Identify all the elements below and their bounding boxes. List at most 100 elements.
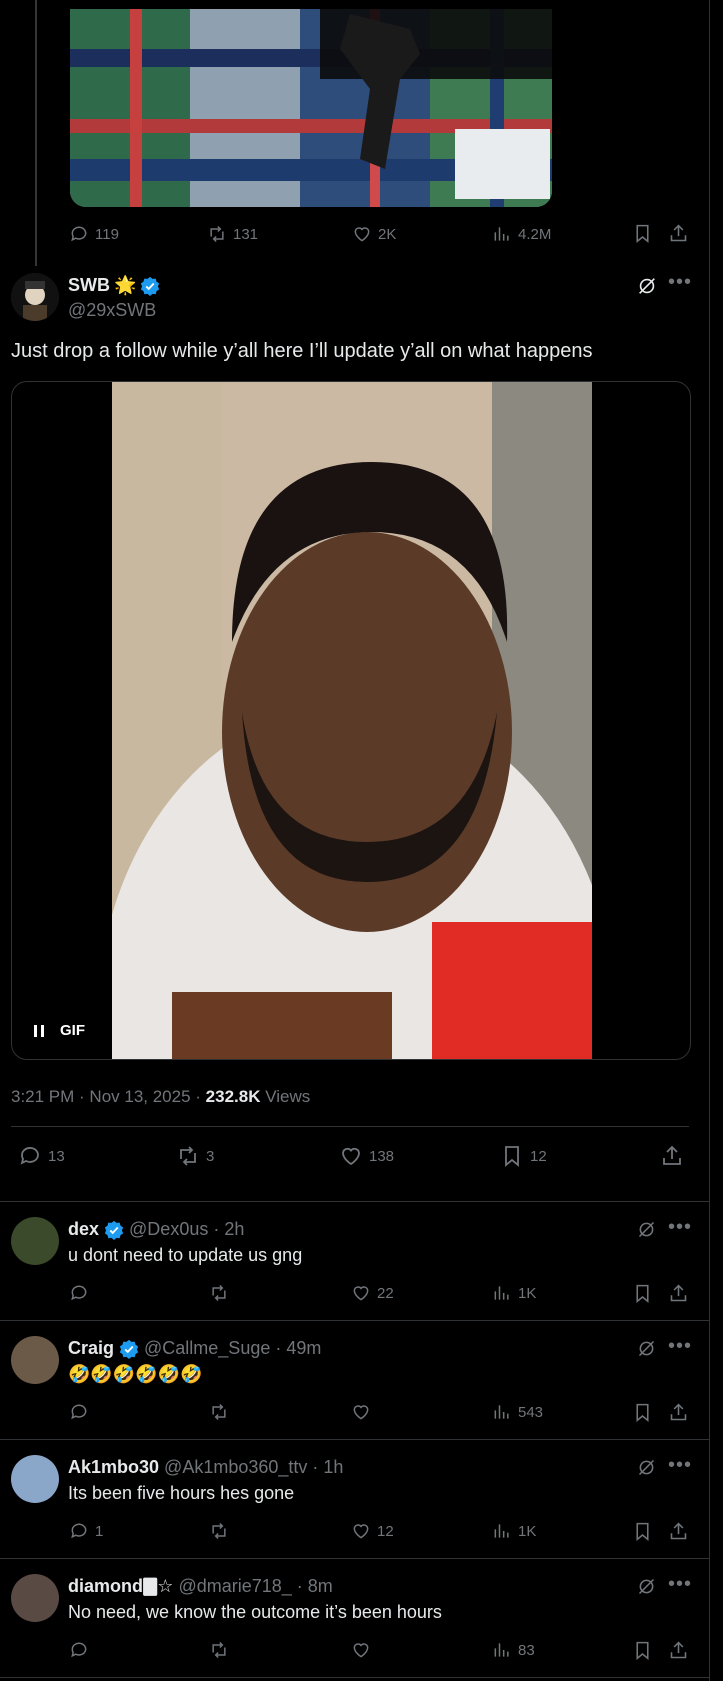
reply-action[interactable] [69, 1402, 95, 1422]
reply-time[interactable]: · 8m [297, 1576, 333, 1597]
heart-icon [353, 1405, 369, 1420]
reply-time[interactable]: · 1h [312, 1457, 343, 1478]
views-action[interactable]: 543 [492, 1402, 543, 1422]
divider [0, 1677, 709, 1678]
bookmark-icon [636, 1284, 649, 1304]
gif-label: GIF [60, 1022, 85, 1039]
heart-icon [342, 1147, 360, 1166]
views-count: 1K [518, 1284, 537, 1302]
reply-icon [71, 1285, 87, 1301]
author-name[interactable]: dex [68, 1219, 99, 1240]
bookmark-button[interactable] [632, 1640, 653, 1661]
author-handle[interactable]: @Ak1mbo360_ttv [164, 1457, 307, 1478]
reply-action[interactable]: 13 [18, 1144, 65, 1168]
reply-action[interactable]: 119 [69, 224, 119, 244]
author-name[interactable]: Ak1mbo30 [68, 1457, 159, 1478]
reply-time[interactable]: · 2h [213, 1219, 244, 1240]
like-action[interactable]: 22 [351, 1283, 394, 1303]
avatar[interactable] [11, 1574, 59, 1622]
reply-icon [20, 1147, 39, 1165]
repost-action[interactable] [209, 1521, 235, 1541]
views-action[interactable]: 83 [492, 1640, 535, 1660]
author-name-row[interactable]: SWB 🌟 [68, 275, 160, 296]
views-count: 543 [518, 1403, 544, 1421]
reply-count: 119 [95, 225, 119, 243]
author-name[interactable]: Craig [68, 1338, 114, 1359]
grok-icon [638, 1340, 655, 1357]
author-handle[interactable]: @29xSWB [68, 300, 156, 321]
divider [0, 1439, 709, 1440]
views-count: 83 [518, 1641, 535, 1659]
views-action[interactable]: 1K [492, 1283, 536, 1303]
bookmark-button[interactable] [632, 1283, 653, 1304]
author-handle[interactable]: @Dex0us [129, 1219, 208, 1240]
share-button[interactable] [668, 1640, 689, 1661]
heart-icon [353, 1286, 369, 1301]
share-icon [670, 224, 687, 242]
reply-action[interactable] [69, 1283, 95, 1303]
bookmark-button[interactable] [632, 1521, 653, 1542]
repost-action[interactable]: 131 [207, 224, 258, 244]
thread-connector-line [35, 0, 37, 266]
gif-media[interactable]: GIF [11, 381, 691, 1060]
like-action[interactable]: 12 [351, 1521, 394, 1541]
repost-action[interactable]: 3 [176, 1144, 214, 1168]
repost-icon [212, 1284, 226, 1302]
repost-count: 3 [206, 1147, 215, 1165]
share-button[interactable] [668, 1283, 689, 1304]
avatar[interactable] [11, 273, 59, 321]
views-action[interactable]: 1K [492, 1521, 536, 1541]
more-options-button[interactable]: ••• [668, 1573, 692, 1596]
gif-controls[interactable]: GIF [32, 1022, 85, 1039]
bookmark-button[interactable] [632, 223, 653, 244]
more-options-button[interactable]: ••• [668, 1454, 692, 1477]
bookmark-action[interactable]: 12 [500, 1144, 547, 1168]
avatar[interactable] [11, 1217, 59, 1265]
grok-button[interactable] [636, 1219, 657, 1245]
reply-icon [71, 1404, 87, 1420]
reply-count: 1 [95, 1522, 104, 1540]
grok-button[interactable] [636, 275, 658, 302]
like-action[interactable] [351, 1640, 377, 1660]
heart-icon [353, 1524, 369, 1539]
repost-action[interactable] [209, 1640, 235, 1660]
author-name: SWB [68, 275, 110, 295]
like-action[interactable]: 138 [339, 1144, 394, 1168]
avatar[interactable] [11, 1336, 59, 1384]
repost-action[interactable] [209, 1283, 235, 1303]
analytics-icon [494, 227, 509, 241]
bookmark-button[interactable] [632, 1402, 653, 1423]
views-action[interactable]: 4.2M [492, 224, 551, 244]
more-options-button[interactable]: ••• [668, 271, 692, 294]
tweet-timestamp[interactable]: 3:21 PM · Nov 13, 2025 · [11, 1087, 206, 1106]
like-action[interactable]: 2K [352, 224, 396, 244]
avatar[interactable] [11, 1455, 59, 1503]
like-action[interactable] [351, 1402, 377, 1422]
author-handle[interactable]: @dmarie718_ [178, 1576, 291, 1597]
grok-button[interactable] [636, 1576, 657, 1602]
reply-time[interactable]: · 49m [275, 1338, 321, 1359]
more-options-button[interactable]: ••• [668, 1216, 692, 1239]
more-options-button[interactable]: ••• [668, 1335, 692, 1358]
grok-button[interactable] [636, 1457, 657, 1483]
reply-header: Ak1mbo30 @Ak1mbo360_ttv · 1h [68, 1457, 343, 1478]
grok-button[interactable] [636, 1338, 657, 1364]
reply-action[interactable]: 1 [69, 1521, 103, 1541]
share-button[interactable] [660, 1144, 684, 1168]
reply-action[interactable] [69, 1640, 95, 1660]
share-button[interactable] [668, 1521, 689, 1542]
author-name[interactable]: diamond🀫☆ [68, 1576, 173, 1597]
reply-header: diamond🀫☆ @dmarie718_ · 8m [68, 1576, 333, 1597]
share-button[interactable] [668, 223, 689, 244]
bookmark-icon [636, 224, 649, 244]
author-handle[interactable]: @Callme_Suge [144, 1338, 270, 1359]
reply-text: 🤣🤣🤣🤣🤣🤣 [68, 1364, 203, 1384]
share-icon [670, 1284, 687, 1302]
share-button[interactable] [668, 1402, 689, 1423]
repost-action[interactable] [209, 1402, 235, 1422]
divider [11, 1126, 689, 1127]
reply-text: No need, we know the outcome it’s been h… [68, 1602, 442, 1622]
previous-tweet-image[interactable] [70, 9, 552, 207]
like-count: 2K [378, 225, 397, 243]
name-emoji: 🌟 [114, 275, 137, 295]
